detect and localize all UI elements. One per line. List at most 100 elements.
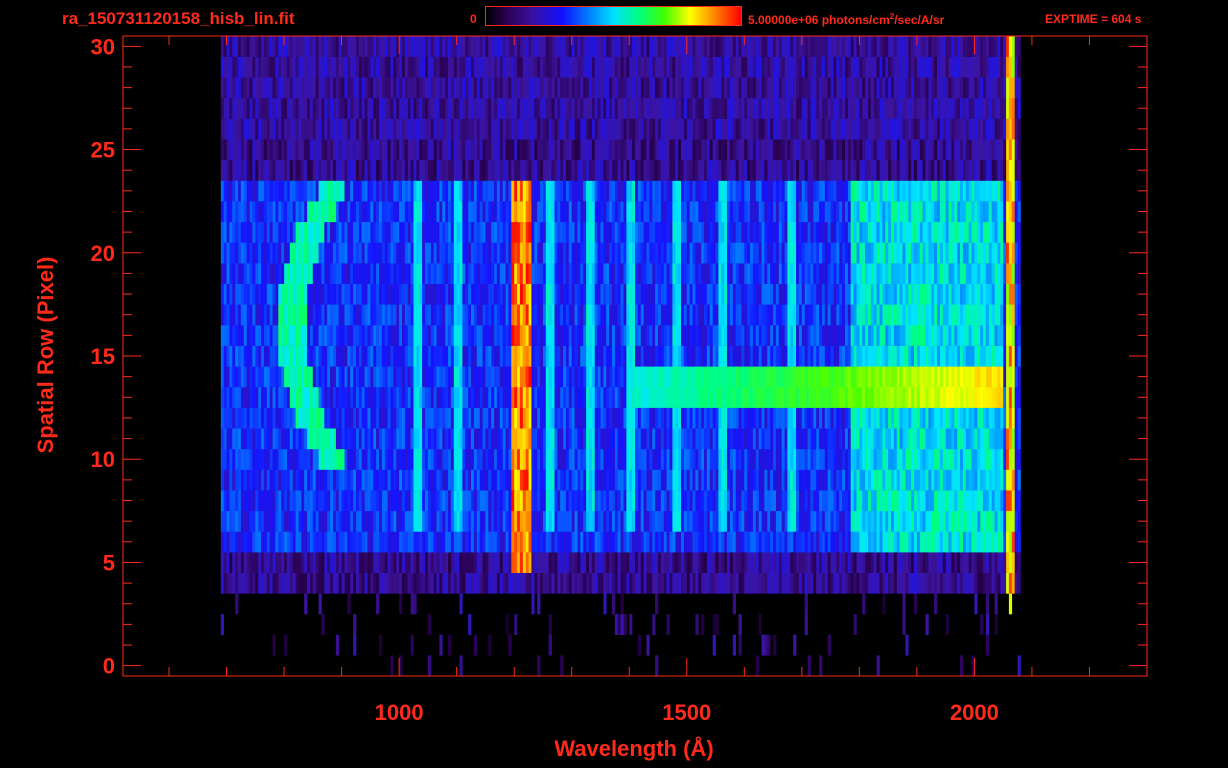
heatmap-cell: [381, 510, 386, 532]
heatmap-cell: [307, 490, 311, 512]
heatmap-cell: [445, 510, 449, 532]
heatmap-cell: [988, 387, 992, 408]
heatmap-cell: [827, 510, 831, 532]
heatmap-cell: [554, 345, 558, 367]
heatmap-cell: [586, 263, 590, 284]
heatmap-cell: [373, 387, 377, 408]
heatmap-cell: [635, 428, 639, 450]
heatmap-cell: [439, 407, 443, 429]
heatmap-cell: [422, 221, 426, 243]
heatmap-cell: [893, 345, 898, 367]
heatmap-cell: [321, 283, 325, 305]
heatmap-cell: [321, 531, 325, 553]
heatmap-cell: [376, 428, 380, 450]
heatmap-cell: [266, 263, 270, 284]
heatmap-cell: [238, 531, 242, 553]
heatmap-cell: [376, 304, 380, 326]
heatmap-cell: [980, 572, 984, 594]
heatmap-cell: [954, 510, 958, 532]
heatmap-cell: [269, 221, 273, 243]
heatmap-cell: [560, 572, 564, 594]
heatmap-cell: [545, 387, 549, 408]
heatmap-cell: [1000, 448, 1004, 470]
heatmap-cell: [517, 345, 521, 367]
heatmap-cell: [284, 242, 288, 264]
heatmap-cell: [727, 510, 731, 532]
heatmap-cell: [315, 510, 319, 532]
heatmap-cell: [741, 552, 745, 573]
heatmap-cell: [528, 469, 532, 491]
heatmap-cell: [635, 366, 639, 388]
heatmap-cell: [304, 387, 308, 408]
heatmap-cell: [540, 469, 544, 491]
heatmap-cell: [698, 345, 702, 367]
heatmap-cell: [499, 407, 503, 429]
heatmap-cell: [586, 572, 590, 594]
heatmap-cell: [399, 407, 403, 429]
heatmap-cell: [643, 572, 647, 594]
heatmap-cell: [229, 325, 233, 346]
heatmap-cell: [439, 448, 443, 470]
heatmap-cell: [876, 407, 880, 429]
heatmap-cell: [957, 552, 961, 573]
heatmap-cell: [594, 366, 598, 388]
heatmap-cell: [373, 531, 377, 553]
heatmap-cell: [997, 469, 1001, 491]
heatmap-cell: [338, 242, 342, 264]
heatmap-cell: [566, 263, 570, 284]
heatmap-cell: [1008, 407, 1013, 429]
heatmap-cell: [502, 490, 506, 512]
heatmap-cell: [568, 345, 572, 367]
heatmap-cell: [571, 366, 575, 388]
heatmap-cell: [445, 304, 449, 326]
heatmap-cell: [1006, 366, 1010, 388]
heatmap-cell: [646, 510, 650, 532]
heatmap-cell: [934, 366, 938, 388]
heatmap-cell: [1011, 345, 1015, 367]
heatmap-cell: [893, 469, 898, 491]
heatmap-cell: [563, 490, 567, 512]
heatmap-cell: [658, 242, 662, 264]
heatmap-cell: [450, 510, 455, 532]
heatmap-cell: [1017, 283, 1021, 305]
heatmap-cell: [436, 304, 440, 326]
heatmap-cell: [379, 221, 383, 243]
heatmap-cell: [954, 387, 958, 408]
heatmap-cell: [246, 366, 250, 388]
heatmap-cell: [427, 552, 432, 573]
heatmap-cell: [379, 242, 383, 264]
heatmap-cell: [715, 283, 719, 305]
heatmap-cell: [819, 448, 823, 470]
heatmap-cell: [701, 283, 705, 305]
heatmap-cell: [669, 448, 673, 470]
heatmap-cell: [284, 263, 288, 284]
heatmap-cell: [643, 387, 647, 408]
heatmap-cell: [594, 531, 598, 553]
heatmap-cell: [744, 304, 748, 326]
heatmap-cell: [868, 448, 872, 470]
heatmap-cell: [724, 510, 728, 532]
heatmap-cell: [683, 387, 688, 408]
heatmap-cell: [258, 428, 262, 450]
heatmap-cell: [278, 325, 282, 346]
heatmap-cell: [868, 283, 872, 305]
heatmap-cell: [318, 531, 322, 553]
heatmap-cell: [678, 510, 682, 532]
heatmap-cell: [543, 490, 547, 512]
heatmap-cell: [977, 531, 981, 553]
heatmap-cell: [632, 572, 636, 594]
heatmap-cell: [698, 325, 702, 346]
heatmap-cell: [448, 366, 452, 388]
heatmap-cell: [902, 325, 906, 346]
heatmap-cell: [396, 263, 400, 284]
heatmap-cell: [773, 345, 777, 367]
heatmap-cell: [778, 510, 782, 532]
heatmap-cell: [229, 531, 233, 553]
heatmap-cell: [252, 490, 256, 512]
heatmap-cell: [284, 345, 288, 367]
heatmap-cell: [508, 242, 512, 264]
heatmap-cell: [263, 345, 268, 367]
heatmap-cell: [258, 531, 262, 553]
heatmap-cell: [433, 552, 437, 573]
heatmap-cell: [873, 448, 877, 470]
